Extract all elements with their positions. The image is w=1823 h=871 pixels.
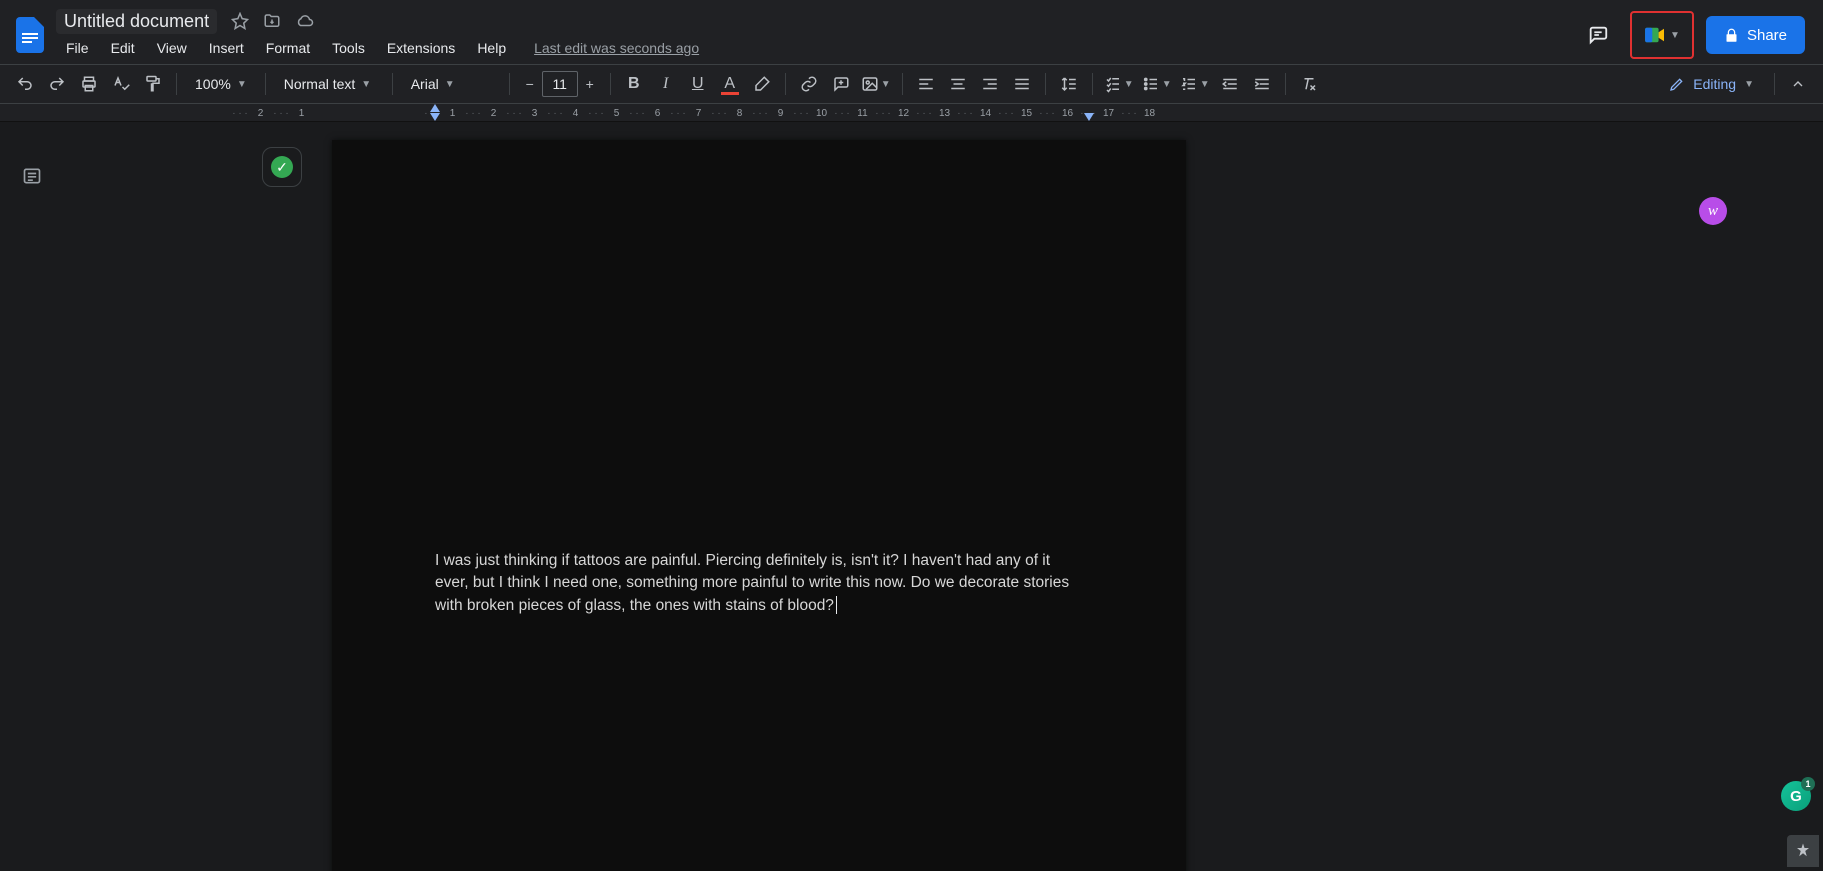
menu-help[interactable]: Help	[467, 36, 516, 60]
document-workarea: ✓ I was just thinking if tattoos are pai…	[0, 122, 1823, 871]
menu-bar: File Edit View Insert Format Tools Exten…	[56, 34, 699, 62]
document-title-input[interactable]: Untitled document	[56, 9, 217, 34]
meet-button[interactable]: ▼	[1634, 15, 1690, 55]
ruler-tick: 1	[281, 108, 322, 119]
document-page[interactable]: I was just thinking if tattoos are painf…	[332, 140, 1186, 871]
separator	[265, 73, 266, 95]
menu-file[interactable]: File	[56, 36, 99, 60]
separator	[785, 73, 786, 95]
separator	[902, 73, 903, 95]
separator	[176, 73, 177, 95]
paint-format-icon[interactable]	[138, 69, 168, 99]
caret-down-icon: ▼	[1124, 79, 1134, 90]
separator	[1774, 73, 1775, 95]
undo-icon[interactable]	[10, 69, 40, 99]
check-icon: ✓	[271, 156, 293, 178]
align-left-icon[interactable]	[911, 69, 941, 99]
title-bar: Untitled document File Edit View Insert …	[0, 0, 1823, 64]
outline-toggle-icon[interactable]	[16, 160, 48, 192]
font-dropdown[interactable]: Arial▼	[401, 69, 501, 99]
lock-icon	[1724, 28, 1739, 43]
grammar-check-badge[interactable]: ✓	[262, 147, 302, 187]
highlight-color-button[interactable]	[747, 69, 777, 99]
checklist-icon[interactable]: ▼	[1101, 69, 1137, 99]
separator	[610, 73, 611, 95]
menu-edit[interactable]: Edit	[101, 36, 145, 60]
titlebar-right: ▼ Share	[1578, 11, 1813, 59]
last-edit-link[interactable]: Last edit was seconds ago	[534, 40, 699, 56]
move-folder-icon[interactable]	[263, 12, 281, 30]
bulleted-list-icon[interactable]: ▼	[1139, 69, 1175, 99]
explore-button-icon[interactable]	[1787, 835, 1819, 867]
grammarly-letter: G	[1790, 788, 1802, 805]
separator	[1285, 73, 1286, 95]
caret-down-icon: ▼	[445, 79, 455, 90]
caret-down-icon: ▼	[881, 79, 891, 90]
pencil-icon	[1669, 76, 1685, 92]
docs-logo-icon[interactable]	[10, 15, 50, 55]
spellcheck-icon[interactable]	[106, 69, 136, 99]
title-area: Untitled document File Edit View Insert …	[56, 9, 699, 62]
meet-button-highlight: ▼	[1630, 11, 1694, 59]
collapse-toolbar-icon[interactable]	[1783, 69, 1813, 99]
wordtune-badge-icon[interactable]: w	[1699, 197, 1727, 225]
caret-down-icon: ▼	[1744, 79, 1754, 90]
caret-down-icon: ▼	[1162, 79, 1172, 90]
separator	[509, 73, 510, 95]
grammarly-count: 1	[1801, 777, 1815, 791]
menu-view[interactable]: View	[147, 36, 197, 60]
redo-icon[interactable]	[42, 69, 72, 99]
bold-button[interactable]: B	[619, 69, 649, 99]
insert-link-icon[interactable]	[794, 69, 824, 99]
text-cursor	[836, 596, 837, 614]
body-paragraph: I was just thinking if tattoos are painf…	[435, 552, 1069, 614]
right-indent-marker[interactable]	[1084, 113, 1094, 121]
numbered-list-icon[interactable]: ▼	[1177, 69, 1213, 99]
document-body[interactable]: I was just thinking if tattoos are painf…	[435, 550, 1086, 617]
ruler-tick: 18	[1129, 108, 1170, 119]
font-size-input[interactable]	[542, 71, 578, 97]
italic-button[interactable]: I	[651, 69, 681, 99]
menu-tools[interactable]: Tools	[322, 36, 375, 60]
menu-extensions[interactable]: Extensions	[377, 36, 465, 60]
separator	[1045, 73, 1046, 95]
decrease-font-size-button[interactable]: −	[518, 71, 542, 97]
caret-down-icon: ▼	[237, 79, 247, 90]
comment-history-icon[interactable]	[1578, 15, 1618, 55]
menu-insert[interactable]: Insert	[199, 36, 254, 60]
decrease-indent-icon[interactable]	[1215, 69, 1245, 99]
share-button[interactable]: Share	[1706, 16, 1805, 54]
align-justify-icon[interactable]	[1007, 69, 1037, 99]
horizontal-ruler[interactable]: 2 1 1 2 3 4 5 6 7 8 9 10 11 12 13 14 15 …	[0, 104, 1823, 122]
paragraph-style-dropdown[interactable]: Normal text▼	[274, 69, 384, 99]
underline-button[interactable]: U	[683, 69, 713, 99]
grammarly-badge-icon[interactable]: G 1	[1781, 781, 1811, 811]
font-size-stepper: − +	[518, 71, 602, 97]
print-icon[interactable]	[74, 69, 104, 99]
insert-image-icon[interactable]: ▼	[858, 69, 894, 99]
separator	[392, 73, 393, 95]
caret-down-icon: ▼	[1200, 79, 1210, 90]
increase-font-size-button[interactable]: +	[578, 71, 602, 97]
line-spacing-icon[interactable]	[1054, 69, 1084, 99]
clear-formatting-icon[interactable]	[1294, 69, 1324, 99]
star-icon[interactable]	[231, 12, 249, 30]
separator	[1092, 73, 1093, 95]
editing-mode-dropdown[interactable]: Editing ▼	[1657, 69, 1766, 99]
align-right-icon[interactable]	[975, 69, 1005, 99]
zoom-dropdown[interactable]: 100%▼	[185, 69, 257, 99]
cloud-status-icon[interactable]	[295, 12, 315, 30]
share-label: Share	[1747, 27, 1787, 44]
first-line-indent-marker[interactable]	[430, 104, 440, 112]
left-indent-marker[interactable]	[430, 113, 440, 121]
toolbar: 100%▼ Normal text▼ Arial▼ − + B I U A ▼ …	[0, 64, 1823, 104]
caret-down-icon: ▼	[361, 79, 371, 90]
toolbar-right: Editing ▼	[1657, 69, 1813, 99]
increase-indent-icon[interactable]	[1247, 69, 1277, 99]
add-comment-icon[interactable]	[826, 69, 856, 99]
menu-format[interactable]: Format	[256, 36, 320, 60]
caret-down-icon: ▼	[1670, 30, 1680, 41]
align-center-icon[interactable]	[943, 69, 973, 99]
text-color-button[interactable]: A	[715, 69, 745, 99]
